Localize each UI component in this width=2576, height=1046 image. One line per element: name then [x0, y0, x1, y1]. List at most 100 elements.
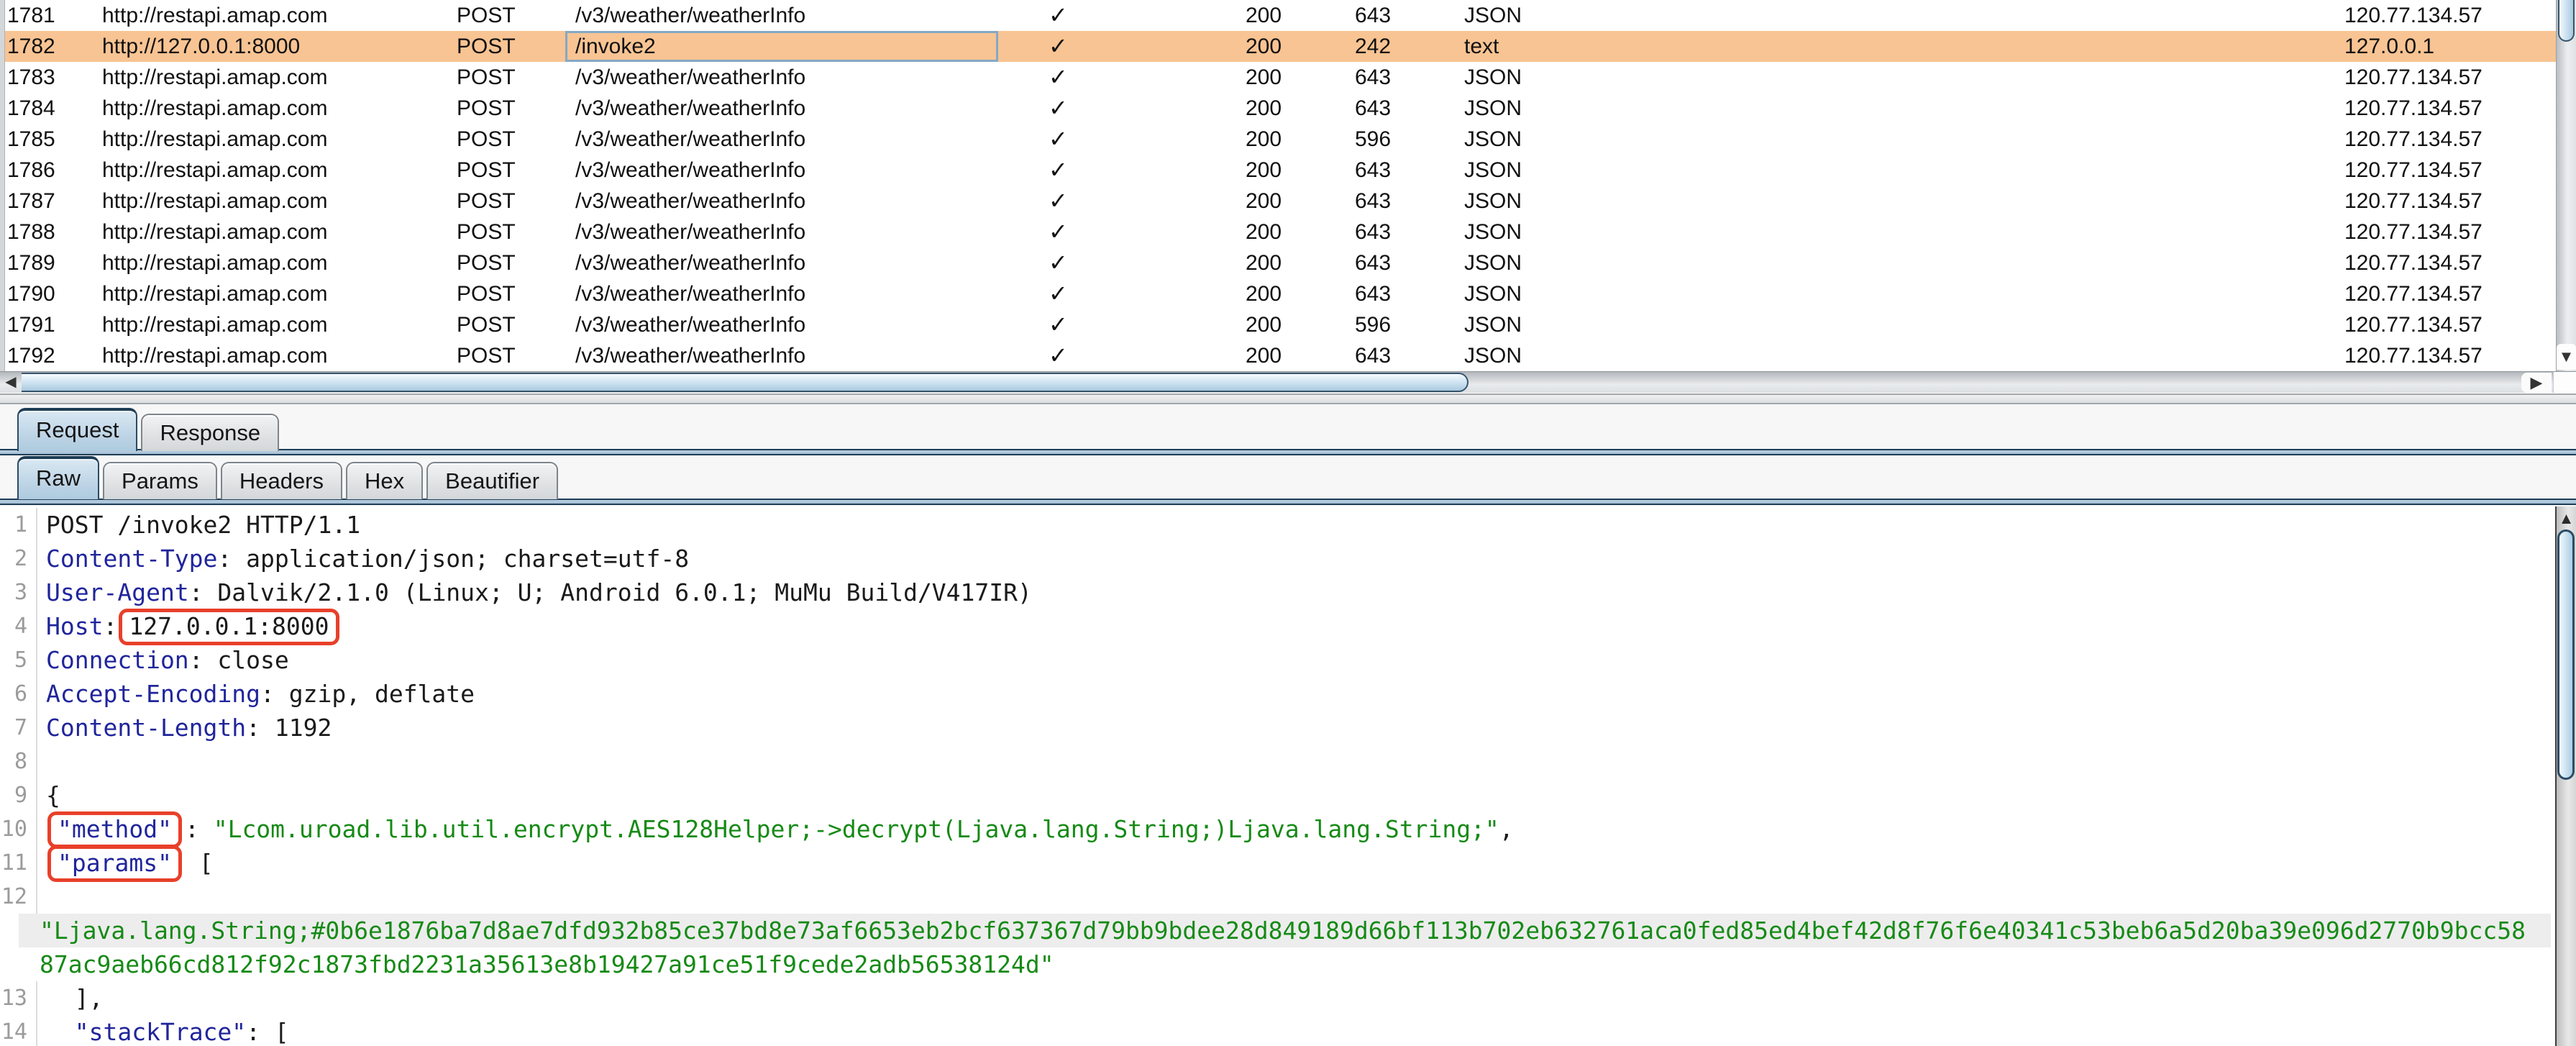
cell-id: 1783 — [7, 62, 55, 93]
params-check-icon: ✓ — [1049, 309, 1068, 340]
code-segment: , — [1499, 815, 1514, 843]
cell-host: http://restapi.amap.com — [102, 309, 327, 340]
table-row[interactable]: 1789http://restapi.amap.comPOST/v3/weath… — [0, 247, 2576, 278]
scroll-left-icon[interactable]: ◀ — [0, 372, 22, 393]
table-row[interactable]: 1791http://restapi.amap.comPOST/v3/weath… — [0, 309, 2576, 340]
cell-length: 596 — [1355, 124, 1391, 155]
cell-mime: JSON — [1464, 0, 1522, 31]
line-number: 11 — [0, 846, 37, 880]
cell-host: http://restapi.amap.com — [102, 93, 327, 124]
cell-url: /v3/weather/weatherInfo — [575, 217, 805, 247]
line-content: "stackTrace": [ — [37, 1015, 289, 1046]
cell-length: 242 — [1355, 31, 1391, 62]
line-content: User-Agent: Dalvik/2.1.0 (Linux; U; Andr… — [37, 576, 1032, 609]
cell-mime: JSON — [1464, 340, 1522, 371]
table-vertical-scrollbar-thumb[interactable] — [2558, 0, 2575, 42]
cell-length: 643 — [1355, 186, 1391, 217]
cell-host: http://restapi.amap.com — [102, 247, 327, 278]
http-history-table: 1781 http://restapi.amap.com POST/v3/weath… — [0, 0, 2576, 371]
line-number: 3 — [0, 576, 37, 609]
code-segment: 87ac9aeb66cd812f92c1873fbd2231a35613e8b1… — [40, 950, 1054, 978]
cell-host: http://restapi.amap.com — [102, 217, 327, 247]
tab-request[interactable]: Request — [17, 408, 137, 451]
cell-host: http://127.0.0.1:8000 — [102, 31, 300, 62]
params-check-icon: ✓ — [1049, 93, 1068, 124]
code-segment: "Lcom.uroad.lib.util.encrypt.AES128Helpe… — [214, 815, 1499, 843]
subtab-raw[interactable]: Raw — [17, 456, 99, 499]
cell-mime: JSON — [1464, 124, 1522, 155]
cell-id: 1791 — [7, 309, 55, 340]
cell-status: 200 — [1246, 124, 1282, 155]
raw-vertical-scrollbar[interactable]: ▲ — [2555, 506, 2576, 1046]
table-row[interactable]: 1790http://restapi.amap.comPOST/v3/weath… — [0, 278, 2576, 309]
scroll-down-icon[interactable]: ▼ — [2557, 344, 2576, 370]
line-content — [37, 880, 46, 914]
subtab-hex[interactable]: Hex — [346, 462, 423, 499]
line-number: 6 — [0, 677, 37, 711]
cell-method: POST — [457, 186, 516, 217]
table-vertical-scrollbar[interactable]: ▼ — [2556, 0, 2576, 371]
cell-mime: JSON — [1464, 155, 1522, 186]
raw-line: 7Content-Length: 1192 — [0, 711, 2555, 745]
line-content: 87ac9aeb66cd812f92c1873fbd2231a35613e8b1… — [0, 947, 1054, 981]
params-check-icon: ✓ — [1049, 186, 1068, 217]
table-row[interactable]: 1792http://restapi.amap.comPOST/v3/weath… — [0, 340, 2576, 371]
cell-ip: 120.77.134.57 — [2344, 278, 2483, 309]
code-segment: User-Agent — [46, 578, 189, 606]
cell-url: /v3/weather/weatherInfo — [575, 155, 805, 186]
table-row[interactable]: 1788http://restapi.amap.comPOST/v3/weath… — [0, 217, 2576, 247]
scroll-up-icon[interactable]: ▲ — [2557, 508, 2576, 529]
request-table-body: 1781 http://restapi.amap.com POST/v3/weath… — [0, 0, 2576, 371]
cell-url: /v3/weather/weatherInfo — [575, 186, 805, 217]
cell-status: 200 — [1246, 309, 1282, 340]
code-segment: "Ljava.lang.String;#0b6e1876ba7d8ae7dfd9… — [40, 917, 2526, 945]
cell-host: http://restapi.amap.com — [102, 0, 327, 31]
code-segment: : application/json; charset=utf-8 — [217, 545, 689, 573]
raw-request-view[interactable]: 1POST /invoke2 HTTP/1.12Content-Type: ap… — [0, 506, 2555, 1046]
cell-method: POST — [457, 93, 516, 124]
table-row[interactable]: 1782http://127.0.0.1:8000POST/invoke2✓20… — [0, 31, 2576, 62]
panel-splitter[interactable] — [0, 394, 2576, 404]
cell-length: 643 — [1355, 93, 1391, 124]
scroll-right-icon[interactable]: ▶ — [2521, 373, 2552, 393]
raw-line: 3User-Agent: Dalvik/2.1.0 (Linux; U; And… — [0, 576, 2555, 609]
cell-url: /v3/weather/weatherInfo — [575, 247, 805, 278]
cell-host: http://restapi.amap.com — [102, 186, 327, 217]
code-segment: Host — [46, 612, 103, 640]
table-row[interactable]: 1783http://restapi.amap.comPOST/v3/weath… — [0, 62, 2576, 93]
table-row[interactable]: 1785http://restapi.amap.comPOST/v3/weath… — [0, 124, 2576, 155]
cell-length: 643 — [1355, 247, 1391, 278]
raw-line: 6Accept-Encoding: gzip, deflate — [0, 677, 2555, 711]
table-horizontal-scrollbar-thumb[interactable] — [22, 373, 1469, 392]
cell-status: 200 — [1246, 340, 1282, 371]
subtab-params[interactable]: Params — [103, 462, 217, 499]
raw-vertical-scrollbar-thumb[interactable] — [2557, 529, 2575, 780]
table-row[interactable]: 1786http://restapi.amap.comPOST/v3/weath… — [0, 155, 2576, 186]
tab-response[interactable]: Response — [141, 414, 279, 451]
cell-url: /v3/weather/weatherInfo — [575, 93, 805, 124]
code-segment: Content-Length — [46, 714, 246, 742]
cell-id: 1792 — [7, 340, 55, 371]
cell-mime: JSON — [1464, 247, 1522, 278]
red-annotation-box: 127.0.0.1:8000 — [119, 609, 339, 645]
cell-ip: 120.77.134.57 — [2344, 247, 2483, 278]
raw-line: 2Content-Type: application/json; charset… — [0, 542, 2555, 576]
line-number: 10 — [0, 812, 37, 846]
cell-ip: 120.77.134.57 — [2344, 155, 2483, 186]
code-segment: POST /invoke2 HTTP/1.1 — [46, 511, 360, 539]
line-number: 7 — [0, 711, 37, 745]
cell-method: POST — [457, 340, 516, 371]
table-row[interactable]: 1787http://restapi.amap.comPOST/v3/weath… — [0, 186, 2576, 217]
cell-id: 1781 — [7, 0, 55, 31]
cell-length: 643 — [1355, 0, 1391, 31]
raw-line: 13 ], — [0, 981, 2555, 1015]
raw-line: 12 — [0, 880, 2555, 914]
params-check-icon: ✓ — [1049, 62, 1068, 93]
cell-host: http://restapi.amap.com — [102, 62, 327, 93]
subtab-beautifier[interactable]: Beautifier — [426, 462, 558, 499]
table-horizontal-scrollbar[interactable]: ◀ ▶ — [0, 371, 2576, 393]
table-row[interactable]: 1784http://restapi.amap.comPOST/v3/weath… — [0, 93, 2576, 124]
subtab-headers[interactable]: Headers — [221, 462, 342, 499]
table-row[interactable]: 1781http://restapi.amap.comPOST/v3/weath… — [0, 0, 2576, 31]
cell-status: 200 — [1246, 62, 1282, 93]
